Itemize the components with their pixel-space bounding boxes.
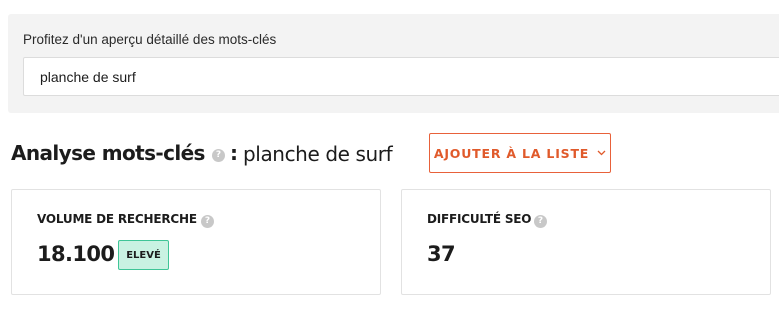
search-volume-card: VOLUME DE RECHERCHE ? 18.100 ELEVÉ: [11, 189, 381, 295]
page-title: Analyse mots-clés: [11, 141, 205, 165]
analyzed-keyword: planche de surf: [243, 142, 393, 166]
add-to-list-button[interactable]: AJOUTER À LA LISTE: [429, 133, 611, 173]
search-label: Profitez d'un aperçu détaillé des mots-c…: [23, 32, 277, 47]
keyword-search-panel: Profitez d'un aperçu détaillé des mots-c…: [8, 14, 779, 113]
seo-difficulty-value: 37: [427, 242, 456, 266]
add-to-list-label: AJOUTER À LA LISTE: [433, 145, 590, 161]
help-icon[interactable]: ?: [534, 215, 547, 228]
help-icon[interactable]: ?: [212, 149, 225, 162]
keyword-search-input[interactable]: [23, 57, 779, 96]
search-volume-label: VOLUME DE RECHERCHE: [37, 212, 197, 226]
help-icon[interactable]: ?: [201, 215, 214, 228]
seo-difficulty-label: DIFFICULTÉ SEO: [427, 212, 532, 226]
seo-difficulty-card: DIFFICULTÉ SEO ? 37: [401, 189, 771, 295]
analysis-header: Analyse mots-clés ? : planche de surf AJ…: [11, 133, 771, 173]
volume-level-badge: ELEVÉ: [118, 240, 169, 270]
search-volume-value: 18.100: [37, 242, 115, 266]
chevron-down-icon: [597, 148, 606, 159]
title-separator: :: [230, 141, 238, 165]
